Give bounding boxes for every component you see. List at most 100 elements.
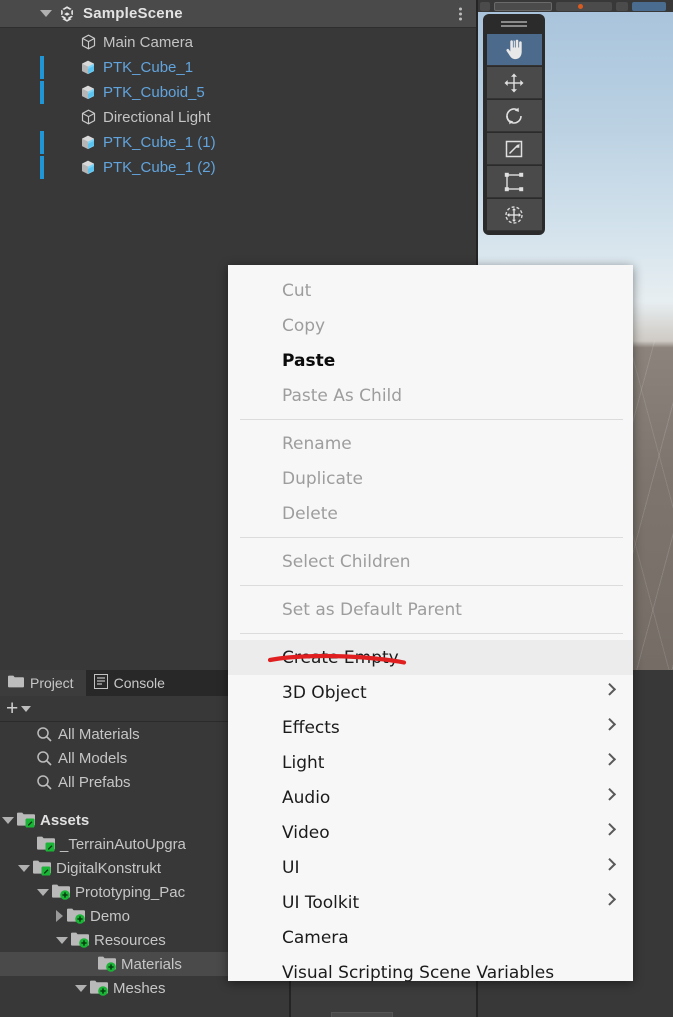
toolbar-account-chip[interactable] [494,1,552,11]
menu-item-ui[interactable]: UI [228,850,633,885]
menu-item-ui-toolkit[interactable]: UI Toolkit [228,885,633,920]
prefab-indicator-bar [40,131,44,154]
asset-tile[interactable]: + [331,1012,393,1017]
hierarchy-context-menu[interactable]: Cut Copy Paste Paste As Child Rename Dup… [228,265,633,983]
prefab-indicator-bar [40,156,44,179]
hierarchy-item[interactable]: PTK_Cube_1 [0,55,476,80]
hierarchy-item-label: PTK_Cube_1 (2) [103,159,216,176]
folder-plus-icon [90,979,109,997]
toolbar-cloud-chip[interactable] [556,1,612,11]
hand-tool-button[interactable] [486,34,542,66]
gameobject-cube-icon [79,33,98,52]
chevron-down-icon[interactable] [18,864,30,872]
toolbar-layout-chip[interactable] [632,1,666,11]
hierarchy-item[interactable]: Directional Light [0,105,476,130]
rect-tool-button[interactable] [486,166,542,198]
menu-item-label: Effects [282,717,340,738]
kebab-menu-icon[interactable] [459,7,462,20]
menu-item-select-children[interactable]: Select Children [228,544,633,579]
folder-script-icon [17,811,36,829]
prefab-cube-icon [79,133,98,152]
tab-project-label: Project [30,675,74,691]
chevron-down-icon[interactable] [37,888,49,896]
hierarchy-item[interactable]: PTK_Cube_1 (1) [0,130,476,155]
prefab-cube-icon [79,158,98,177]
hierarchy-object-list[interactable]: Main Camera PTK_Cube_1 PTK_Cuboid_5 Dire… [0,28,476,180]
menu-item-3d-object[interactable]: 3D Object [228,675,633,710]
project-tree-label: Demo [90,907,131,925]
menu-item-label: Delete [282,503,338,524]
project-favorite-label: All Materials [58,725,140,743]
hierarchy-scene-row[interactable]: SampleScene [0,0,476,28]
hierarchy-item[interactable]: PTK_Cube_1 (2) [0,155,476,180]
menu-item-light[interactable]: Light [228,745,633,780]
transform-globe-icon [503,204,525,226]
project-favorite-label: All Models [58,749,128,767]
project-tree-label: Prototyping_Pac [75,883,186,901]
menu-item-cut[interactable]: Cut [228,273,633,308]
project-tree-label: DigitalKonstrukt [56,859,162,877]
scale-tool-button[interactable] [486,133,542,165]
scene-name-label: SampleScene [83,5,183,22]
chevron-down-icon[interactable] [2,816,14,824]
gameobject-cube-icon [79,108,98,127]
chevron-right-icon [603,682,617,696]
editor-toolbar-strip[interactable] [478,0,673,12]
menu-item-set-as-default-parent[interactable]: Set as Default Parent [228,592,633,627]
menu-item-label: Video [282,822,330,843]
search-icon [36,726,53,743]
menu-item-label: Audio [282,787,331,808]
menu-item-paste-as-child[interactable]: Paste As Child [228,378,633,413]
tab-console[interactable]: Console [86,670,177,696]
menu-item-label: Set as Default Parent [282,599,462,620]
hierarchy-item[interactable]: PTK_Cuboid_5 [0,80,476,105]
chevron-right-icon [603,892,617,906]
menu-item-video[interactable]: Video [228,815,633,850]
chevron-right-icon [603,822,617,836]
menu-item-copy[interactable]: Copy [228,308,633,343]
folder-icon [8,675,24,691]
menu-item-label: Duplicate [282,468,363,489]
project-tree-label: Assets [40,811,90,829]
rotate-icon [503,105,525,127]
move-arrows-icon [503,72,525,94]
scene-tools-palette[interactable] [483,14,545,235]
rotate-tool-button[interactable] [486,100,542,132]
menu-item-duplicate[interactable]: Duplicate [228,461,633,496]
add-asset-button[interactable]: + [6,698,18,719]
menu-item-label: Light [282,752,325,773]
menu-item-label: UI [282,857,300,878]
chevron-down-icon[interactable] [75,984,87,992]
prefab-indicator-bar [40,81,44,104]
toolbar-layers-chip[interactable] [616,1,628,11]
chevron-down-icon[interactable] [40,10,52,17]
menu-item-paste[interactable]: Paste [228,343,633,378]
toolbar-pause-chip[interactable] [480,1,490,11]
palette-drag-handle[interactable] [501,20,527,29]
chevron-down-icon[interactable] [21,705,32,712]
menu-separator [240,537,623,538]
chevron-right-icon [603,857,617,871]
folder-plus-icon [67,907,86,925]
prefab-indicator-bar [40,56,44,79]
menu-item-delete[interactable]: Delete [228,496,633,531]
chevron-down-icon[interactable] [56,936,68,944]
prefab-cube-icon [79,83,98,102]
tab-project[interactable]: Project [0,670,86,696]
menu-item-label: Select Children [282,551,411,572]
menu-item-camera[interactable]: Camera [228,920,633,955]
menu-item-label: Paste [282,350,336,371]
hierarchy-item-label: PTK_Cube_1 (1) [103,134,216,151]
chevron-right-icon [603,717,617,731]
hierarchy-item-label: Directional Light [103,109,211,126]
menu-item-rename[interactable]: Rename [228,426,633,461]
chevron-right-icon[interactable] [56,910,63,922]
menu-item-label: Copy [282,315,326,336]
menu-item-effects[interactable]: Effects [228,710,633,745]
menu-item-create-empty[interactable]: Create Empty [228,640,633,675]
menu-item-audio[interactable]: Audio [228,780,633,815]
menu-item-visual-scripting-scene-variables[interactable]: Visual Scripting Scene Variables [228,955,633,990]
transform-tool-button[interactable] [486,199,542,231]
hierarchy-item[interactable]: Main Camera [0,30,476,55]
move-tool-button[interactable] [486,67,542,99]
